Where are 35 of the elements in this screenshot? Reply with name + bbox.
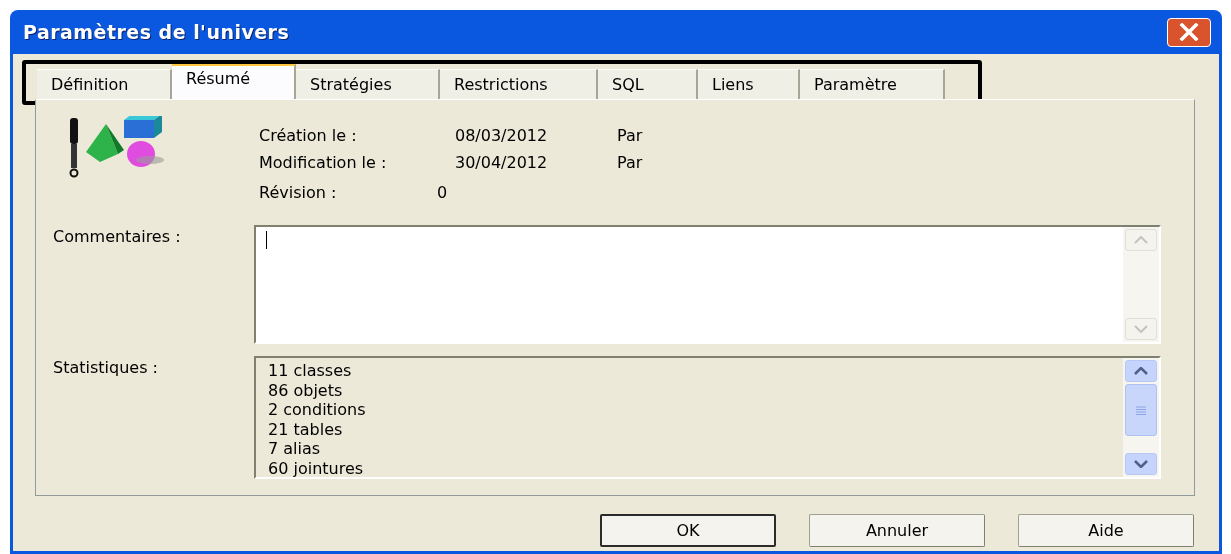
tab[interactable]: Paramètre — [800, 69, 945, 100]
revision-value: 0 — [437, 182, 448, 204]
statistics-line: 86 objets — [268, 380, 343, 400]
field-label: Création le : — [259, 125, 358, 147]
field-label: Modification le : — [259, 152, 388, 174]
scroll-thumb[interactable] — [1125, 384, 1157, 436]
tab[interactable]: Liens — [698, 69, 800, 100]
field-label: Révision : — [259, 182, 338, 204]
scroll-down-button[interactable] — [1125, 453, 1157, 475]
statistics-line: 21 tables — [268, 419, 343, 439]
dialog-button[interactable]: Annuler — [809, 514, 985, 547]
dialog-button[interactable]: OK — [600, 514, 776, 547]
close-button[interactable] — [1167, 17, 1211, 47]
date-value: 30/04/2012 — [455, 152, 549, 174]
text-cursor — [266, 231, 267, 249]
statistics-line: 7 alias — [268, 439, 321, 459]
comments-field[interactable] — [254, 225, 1161, 344]
tab[interactable]: Restrictions — [440, 69, 598, 100]
statistics-line: 2 conditions — [268, 400, 366, 420]
statistics-label: Statistiques : — [53, 357, 159, 379]
dialog-button[interactable]: Aide — [1018, 514, 1194, 547]
scroll-up-button[interactable] — [1125, 360, 1157, 382]
grip-icon — [1136, 405, 1146, 415]
date-value: 08/03/2012 — [455, 125, 549, 147]
tab[interactable]: Définition — [37, 69, 172, 100]
author-label: Par — [617, 152, 643, 174]
window-title: Paramètres de l'univers — [23, 19, 290, 45]
tab[interactable]: SQL — [598, 69, 698, 100]
tab[interactable]: Stratégies — [296, 69, 440, 100]
author-label: Par — [617, 125, 643, 147]
close-icon — [1179, 23, 1199, 41]
statistics-line: 60 jointures — [268, 458, 364, 478]
comments-label: Commentaires : — [53, 226, 182, 248]
tab[interactable]: Résumé — [172, 64, 296, 100]
statistics-line: 11 classes — [268, 361, 352, 381]
